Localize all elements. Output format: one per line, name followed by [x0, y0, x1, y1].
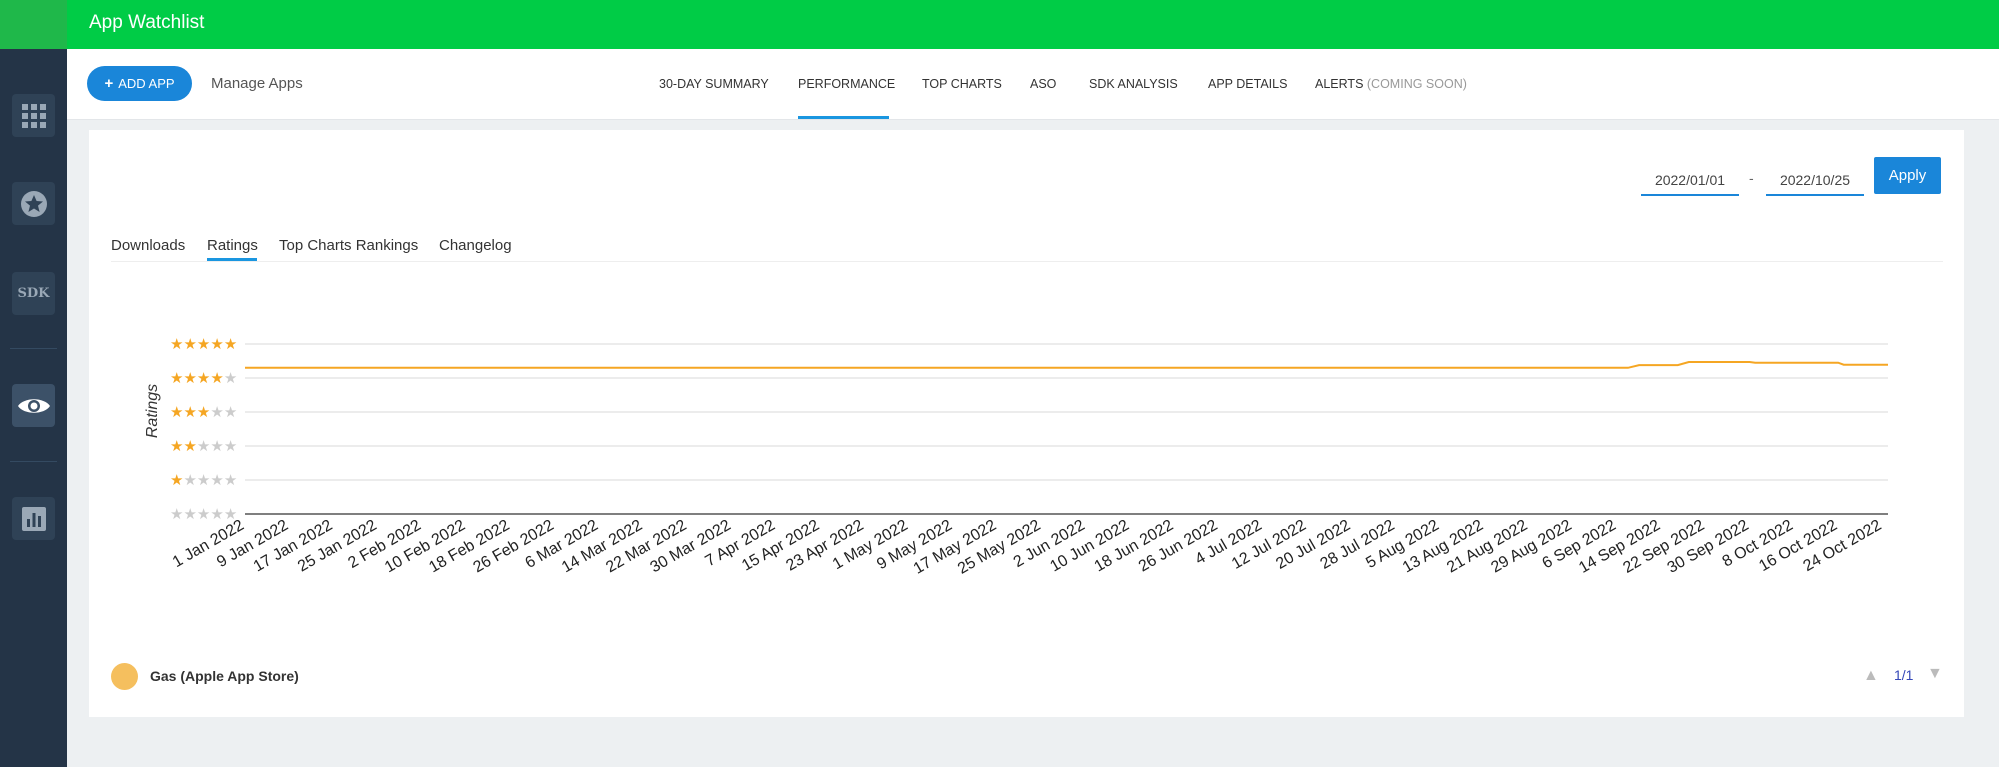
y-tick-label: ★★★★★ [170, 369, 237, 387]
series-line [245, 361, 1888, 369]
sidebar-item-watchlist[interactable] [12, 384, 55, 427]
tab-aso[interactable]: ASO [1030, 77, 1056, 91]
legend-color-swatch[interactable] [111, 663, 138, 690]
tab-alerts[interactable]: ALERTS (COMING SOON) [1315, 77, 1467, 91]
y-axis-label: Ratings [144, 384, 161, 438]
pager-count: 1/1 [1894, 667, 1914, 683]
tab-performance[interactable]: PERFORMANCE [798, 77, 895, 91]
eye-icon [17, 398, 50, 413]
y-tick-label: ★★★★★ [170, 471, 237, 489]
tab-app-details[interactable]: APP DETAILS [1208, 77, 1287, 91]
logo-block [0, 0, 67, 49]
tab-alerts-label: ALERTS [1315, 77, 1364, 91]
top-bar: App Watchlist [0, 0, 1999, 49]
y-tick-label: ★★★★★ [170, 403, 237, 421]
x-axis-tick-labels: 1 Jan 20229 Jan 202217 Jan 202225 Jan 20… [170, 517, 1885, 578]
tab-top-charts[interactable]: TOP CHARTS [922, 77, 1002, 91]
active-tab-indicator [798, 116, 889, 119]
bar-chart-icon [21, 506, 46, 531]
sidebar-item-sdk[interactable]: SDK [12, 272, 55, 315]
page-title: App Watchlist [89, 12, 205, 33]
tab-30-day-summary[interactable]: 30-DAY SUMMARY [659, 77, 769, 91]
sidebar: SDK [0, 49, 67, 767]
add-app-button[interactable]: + ADD APP [87, 66, 192, 101]
star-badge-icon [20, 190, 47, 217]
grid-icon [21, 103, 46, 128]
sidebar-item-apps[interactable] [12, 94, 55, 137]
add-app-label: ADD APP [118, 76, 175, 91]
pager-down-icon[interactable]: ▼ [1927, 665, 1943, 683]
y-tick-label: ★★★★★ [170, 437, 237, 455]
manage-apps-link[interactable]: Manage Apps [211, 75, 303, 92]
legend-series-label[interactable]: Gas (Apple App Store) [150, 668, 299, 684]
coming-soon-label: (COMING SOON) [1366, 77, 1467, 91]
tab-sdk-analysis[interactable]: SDK ANALYSIS [1089, 77, 1178, 91]
sidebar-item-featured[interactable] [12, 182, 55, 225]
plus-icon: + [104, 75, 114, 92]
navbar: + ADD APP Manage Apps 30-DAY SUMMARY PER… [67, 49, 1999, 120]
pager-up-icon[interactable]: ▲ [1863, 667, 1879, 685]
sdk-icon: SDK [17, 286, 50, 301]
y-axis-tick-labels: ★★★★★ ★★★★★ ★★★★★ ★★★★★ ★★★★★ ★★★★★ [170, 335, 237, 523]
sidebar-divider [10, 461, 57, 462]
ratings-chart: ★★★★★ ★★★★★ ★★★★★ ★★★★★ ★★★★★ ★★★★★ 1 Jan 202… [144, 335, 1888, 578]
sidebar-divider [10, 348, 57, 349]
chart-gridlines [245, 343, 1888, 515]
y-tick-label: ★★★★★ [170, 335, 237, 353]
y-tick-label: ★★★★★ [170, 505, 237, 523]
chart-series [245, 361, 1888, 369]
sidebar-item-reports[interactable] [12, 497, 55, 540]
performance-card: 2022/01/01 - 2022/10/25 Apply Downloads … [89, 130, 1964, 717]
